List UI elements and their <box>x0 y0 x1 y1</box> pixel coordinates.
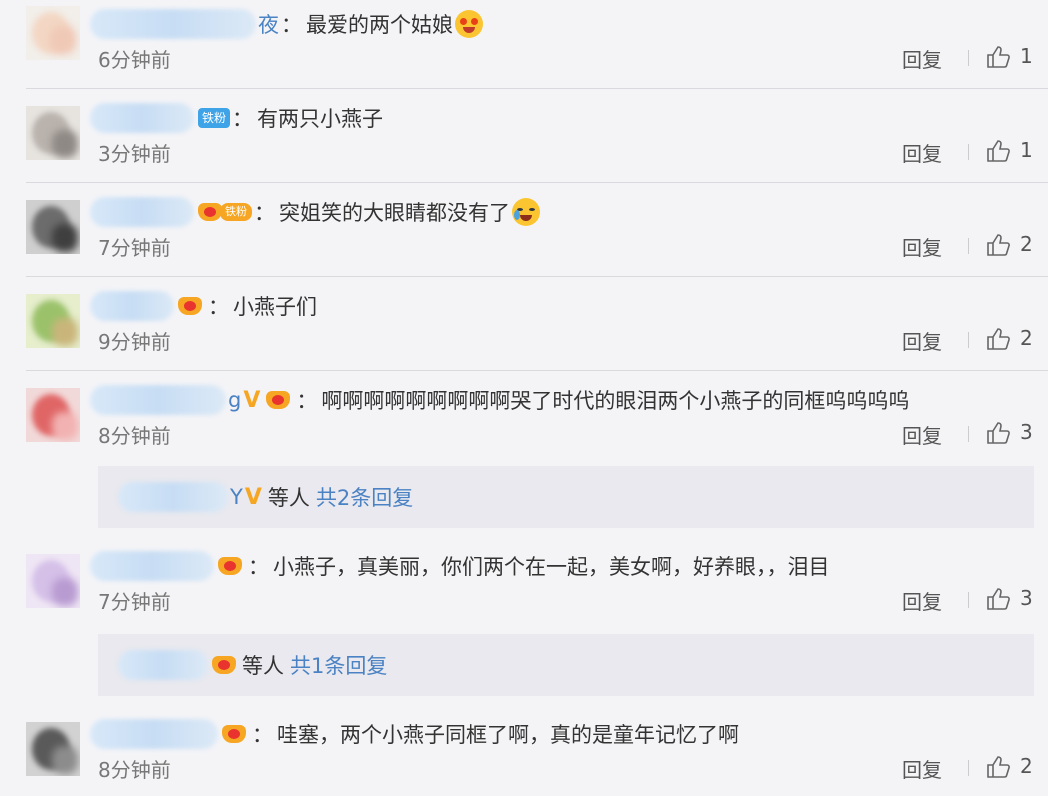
thumbs-up-icon[interactable] <box>985 754 1011 780</box>
thumbs-up-icon[interactable] <box>985 586 1011 612</box>
comment-time: 3分钟前 <box>98 142 171 166</box>
divider <box>26 182 1048 183</box>
like-count: 2 <box>1020 232 1033 256</box>
username[interactable] <box>90 197 194 227</box>
reply-suffix: 等人 <box>242 654 284 678</box>
crown-badge-icon <box>222 722 250 746</box>
thumbs-up-icon[interactable] <box>985 44 1011 70</box>
thumbs-up-icon[interactable] <box>985 232 1011 258</box>
reply-button[interactable]: 回复 <box>902 586 942 615</box>
comment-time: 7分钟前 <box>98 236 171 260</box>
heart-eyes-emoji-icon <box>455 10 483 38</box>
laugh-cry-emoji-icon <box>512 198 540 226</box>
reply-button[interactable]: 回复 <box>902 44 942 73</box>
avatar[interactable] <box>26 106 80 160</box>
comment-text: 啊啊啊啊啊啊啊啊啊哭了时代的眼泪两个小燕子的同框呜呜呜呜 <box>321 389 910 413</box>
avatar[interactable] <box>26 200 80 254</box>
crown-badge-icon <box>178 294 206 318</box>
like-count: 3 <box>1020 586 1033 610</box>
comment-time: 7分钟前 <box>98 590 171 614</box>
username[interactable] <box>90 103 194 133</box>
username-tail[interactable]: 夜 <box>258 9 279 39</box>
reply-preview-box[interactable]: 等人 共1条回复 <box>98 634 1034 696</box>
comment-time: 8分钟前 <box>98 758 171 782</box>
comment-time: 6分钟前 <box>98 48 171 72</box>
crown-badge-icon: 铁粉 <box>198 200 252 224</box>
divider <box>26 276 1048 277</box>
avatar[interactable] <box>26 6 80 60</box>
comment-text: 最爱的两个姑娘 <box>306 13 453 37</box>
view-replies-link[interactable]: 共2条回复 <box>316 482 413 512</box>
separator <box>968 238 969 254</box>
reply-button[interactable]: 回复 <box>902 326 942 355</box>
reply-button[interactable]: 回复 <box>902 138 942 167</box>
avatar[interactable] <box>26 722 80 776</box>
separator <box>968 426 969 442</box>
view-replies-link[interactable]: 共1条回复 <box>290 650 387 680</box>
like-count: 1 <box>1020 138 1033 162</box>
avatar[interactable] <box>26 294 80 348</box>
divider <box>26 88 1048 89</box>
separator <box>968 592 969 608</box>
separator <box>968 144 969 160</box>
reply-button[interactable]: 回复 <box>902 754 942 783</box>
username[interactable] <box>90 291 174 321</box>
thumbs-up-icon[interactable] <box>985 326 1011 352</box>
crown-badge-icon <box>266 388 294 412</box>
like-count: 2 <box>1020 326 1033 350</box>
comment-text: 有两只小燕子 <box>257 107 384 131</box>
avatar[interactable] <box>26 554 80 608</box>
comment-text: 突姐笑的大眼睛都没有了 <box>279 201 510 225</box>
like-count: 2 <box>1020 754 1033 778</box>
like-count: 3 <box>1020 420 1033 444</box>
username-tail[interactable]: g <box>228 388 241 412</box>
reply-username[interactable] <box>118 482 228 512</box>
comment-feed: 夜 ： 最爱的两个姑娘 6分钟前 回复 1 铁粉 ： 有两只小燕子 3分钟前 回… <box>0 0 1048 796</box>
separator <box>968 760 969 776</box>
reply-button[interactable]: 回复 <box>902 420 942 449</box>
verified-v-icon: V <box>244 484 262 510</box>
comment-text: 小燕子们 <box>233 295 317 319</box>
separator <box>968 332 969 348</box>
username[interactable] <box>90 9 256 39</box>
comment-time: 9分钟前 <box>98 330 171 354</box>
reply-username-tail[interactable]: Y <box>230 485 243 509</box>
verified-v-icon: V <box>243 387 261 413</box>
reply-username[interactable] <box>118 650 208 680</box>
avatar[interactable] <box>26 388 80 442</box>
reply-suffix: 等人 <box>267 486 310 510</box>
comment-text: 哇塞，两个小燕子同框了啊，真的是童年记忆了啊 <box>277 723 739 747</box>
like-count: 1 <box>1020 44 1033 68</box>
divider <box>26 370 1048 371</box>
thumbs-up-icon[interactable] <box>985 138 1011 164</box>
reply-preview-box[interactable]: Y V 等人 共2条回复 <box>98 466 1034 528</box>
comment-text: 小燕子，真美丽，你们两个在一起，美女啊，好养眼，，泪目 <box>273 555 830 579</box>
reply-button[interactable]: 回复 <box>902 232 942 261</box>
crown-badge-icon <box>218 554 246 578</box>
username[interactable] <box>90 385 226 415</box>
fan-badge: 铁粉 <box>198 108 231 128</box>
comment-time: 8分钟前 <box>98 424 171 448</box>
thumbs-up-icon[interactable] <box>985 420 1011 446</box>
separator <box>968 50 969 66</box>
username[interactable] <box>90 719 218 749</box>
username[interactable] <box>90 551 214 581</box>
crown-badge-icon <box>212 653 240 677</box>
